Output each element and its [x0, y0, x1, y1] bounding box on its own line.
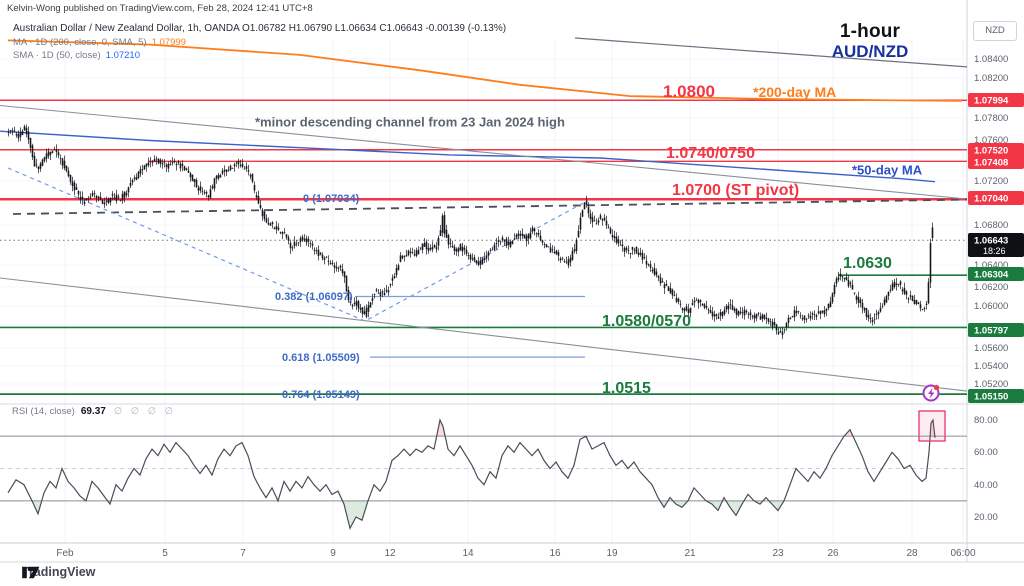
st-pivot-dashed [12, 198, 968, 215]
price-tick: 1.05400 [974, 361, 1008, 372]
svg-text:1.07520: 1.07520 [974, 146, 1008, 157]
pair-label: AUD/NZD [831, 42, 909, 61]
price-tick: 1.08200 [974, 73, 1008, 84]
rsi-band-lines [0, 435, 967, 502]
time-tick: 23 [772, 548, 784, 559]
tradingview-logo[interactable]: TradingView [22, 565, 95, 579]
annotation-ma200-label: *200-day MA [753, 84, 837, 100]
tradingview-chart-screenshot: 1.08400 1.08200 1.07800 1.07600 1.07200 1.068… [0, 0, 1024, 586]
time-tick: 28 [906, 548, 918, 559]
annotation-level-1.0515: 1.0515 [602, 380, 651, 397]
price-tick: 1.07800 [974, 113, 1008, 124]
price-tick: 1.06200 [974, 282, 1008, 293]
annotation-fib-618: 0.618 (1.05509) [282, 352, 360, 364]
annotation-fib-0: 0 (1.07034) [303, 193, 360, 205]
channel-lower [0, 277, 968, 392]
time-tick: 16 [549, 548, 561, 559]
legend-ma200-value: 1.07999 [151, 37, 186, 48]
event-alert-dot [933, 384, 940, 391]
time-tick: 12 [384, 548, 396, 559]
annotation-level-1.0630: 1.0630 [843, 255, 892, 272]
annotation-fib-382: 0.382 (1.06097) [275, 291, 353, 303]
time-tick: 26 [827, 548, 839, 559]
countdown-timer: 18:26 [983, 246, 1006, 256]
rsi-tick: 20.00 [974, 512, 998, 523]
symbol-ohlc-row[interactable]: Australian Dollar / New Zealand Dollar, … [13, 23, 506, 34]
legend-ma200-row[interactable]: MA · 1D (200, close, 0, SMA, 5) 1.07999 [13, 37, 186, 48]
svg-text:1.07994: 1.07994 [974, 96, 1009, 107]
candlestick-series [7, 124, 934, 340]
time-tick: Feb [56, 548, 74, 559]
price-tick: 1.06000 [974, 301, 1008, 312]
time-tick: 21 [684, 548, 696, 559]
legend-sma50-value: 1.07210 [105, 50, 140, 61]
rsi-header-row[interactable]: RSI (14, close) 69.37 ∅ ∅ ∅ ∅ [12, 406, 176, 417]
price-axis[interactable]: 1.084001.082001.078001.076001.072001.068… [968, 54, 1024, 523]
price-tick: 1.08400 [974, 54, 1008, 65]
annotation-channel-note: *minor descending channel from 23 Jan 20… [255, 114, 565, 130]
timeframe-label: 1-hour [839, 21, 901, 42]
annotation-fib-764: 0.764 (1.05149) [282, 389, 360, 401]
annotation-level-1.0580-0570: 1.0580/0570 [602, 313, 691, 330]
currency-axis-badge[interactable]: NZD [973, 21, 1017, 41]
rsi-value: 69.37 [80, 406, 106, 417]
time-tick: 9 [330, 548, 336, 559]
price-tick: 1.07200 [974, 176, 1008, 187]
time-tick: 14 [462, 548, 474, 559]
rsi-tick: 40.00 [974, 480, 998, 491]
time-tick: 19 [606, 548, 618, 559]
annotation-level-1.0740-0750: 1.0740/0750 [666, 145, 755, 162]
rsi-tick: 80.00 [974, 415, 998, 426]
time-tick: 5 [162, 548, 168, 559]
svg-text:1.06643: 1.06643 [974, 236, 1008, 247]
time-axis[interactable]: Feb 5 7 9 12 14 16 19 21 23 26 28 06:00 [56, 548, 976, 559]
time-tick: 7 [240, 548, 246, 559]
legend-sma50-label: SMA · 1D (50, close) [13, 50, 101, 61]
svg-text:1.07408: 1.07408 [974, 158, 1008, 169]
price-tick: 1.06800 [974, 220, 1008, 231]
price-tick: 1.05200 [974, 379, 1008, 390]
time-tick: 06:00 [950, 548, 975, 559]
svg-text:1.05797: 1.05797 [974, 326, 1008, 337]
svg-text:1.05150: 1.05150 [974, 392, 1008, 403]
legend-sma50-row[interactable]: SMA · 1D (50, close) 1.07210 [13, 50, 140, 61]
annotation-level-1.0700-pivot: 1.0700 (ST pivot) [672, 182, 800, 199]
svg-text:1.06304: 1.06304 [974, 270, 1009, 281]
chart-canvas[interactable]: 1.084001.082001.078001.076001.072001.068… [0, 0, 1024, 586]
annotation-ma50-label: *50-day MA [852, 162, 923, 178]
publish-attribution: Kelvin-Wong published on TradingView.com… [7, 3, 313, 14]
rsi-label: RSI (14, close) [12, 406, 75, 417]
legend-ma200-label: MA · 1D (200, close, 0, SMA, 5) [13, 37, 147, 48]
rsi-empty-markers: ∅ ∅ ∅ ∅ [113, 406, 176, 417]
price-tick: 1.05600 [974, 343, 1008, 354]
tradingview-logo-icon [22, 566, 40, 579]
svg-text:1.07040: 1.07040 [974, 194, 1008, 205]
rsi-tick: 60.00 [974, 447, 998, 458]
annotation-level-1.0800: 1.0800 [663, 82, 715, 101]
rsi-spike-highlight-box [918, 410, 946, 442]
